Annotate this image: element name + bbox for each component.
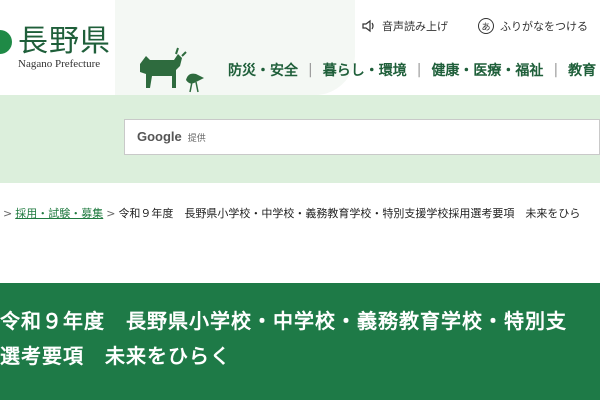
page-title-line-1: 令和９年度 長野県小学校・中学校・義務教育学校・特別支 bbox=[0, 309, 567, 333]
nav-item-safety[interactable]: 防災・安全 bbox=[218, 60, 308, 80]
breadcrumb-link-recruitment[interactable]: 採用・試験・募集 bbox=[15, 207, 103, 220]
page-title-line-2: 選考要項 未来をひらく bbox=[0, 344, 231, 368]
nav-item-education[interactable]: 教育・ bbox=[558, 60, 600, 80]
nav-item-living[interactable]: 暮らし・環境 bbox=[313, 60, 417, 80]
site-logo-title[interactable]: 長野県 bbox=[18, 16, 111, 60]
read-aloud-link[interactable]: 音声読み上げ bbox=[362, 18, 448, 34]
page-title-block: 令和９年度 長野県小学校・中学校・義務教育学校・特別支 選考要項 未来をひらく bbox=[0, 283, 600, 400]
breadcrumb-separator: > bbox=[106, 207, 116, 220]
nav-item-health[interactable]: 健康・医療・福祉 bbox=[421, 60, 553, 80]
read-aloud-label: 音声読み上げ bbox=[382, 20, 448, 33]
search-band: Google 提供 bbox=[0, 95, 600, 183]
google-brand: Google bbox=[137, 129, 182, 144]
site-logo-subtitle[interactable]: Nagano Prefecture bbox=[18, 58, 100, 70]
breadcrumb-separator: > bbox=[3, 207, 13, 220]
breadcrumb-current: 令和９年度 長野県小学校・中学校・義務教育学校・特別支援学校採用選考要項 未来を… bbox=[118, 207, 581, 220]
site-search-input[interactable]: Google 提供 bbox=[124, 119, 600, 155]
site-header: 長野県 Nagano Prefecture 音声読み上げ あ ふりがなをつける … bbox=[0, 0, 600, 95]
global-nav: 防災・安全 | 暮らし・環境 | 健康・医療・福祉 | 教育・ bbox=[218, 60, 600, 80]
furigana-icon: あ bbox=[478, 18, 494, 34]
cow-illustration-icon bbox=[140, 47, 187, 88]
google-brand-label: Google 提供 bbox=[137, 129, 206, 144]
speaker-icon bbox=[362, 19, 374, 33]
prefecture-logo-icon[interactable] bbox=[0, 30, 12, 54]
breadcrumb: > 採用・試験・募集 > 令和９年度 長野県小学校・中学校・義務教育学校・特別支援学校… bbox=[0, 205, 600, 221]
bird-illustration-icon bbox=[186, 73, 204, 93]
furigana-link[interactable]: あ ふりがなをつける bbox=[478, 18, 588, 34]
google-provided: 提供 bbox=[187, 133, 206, 143]
furigana-label: ふりがなをつける bbox=[500, 20, 588, 33]
